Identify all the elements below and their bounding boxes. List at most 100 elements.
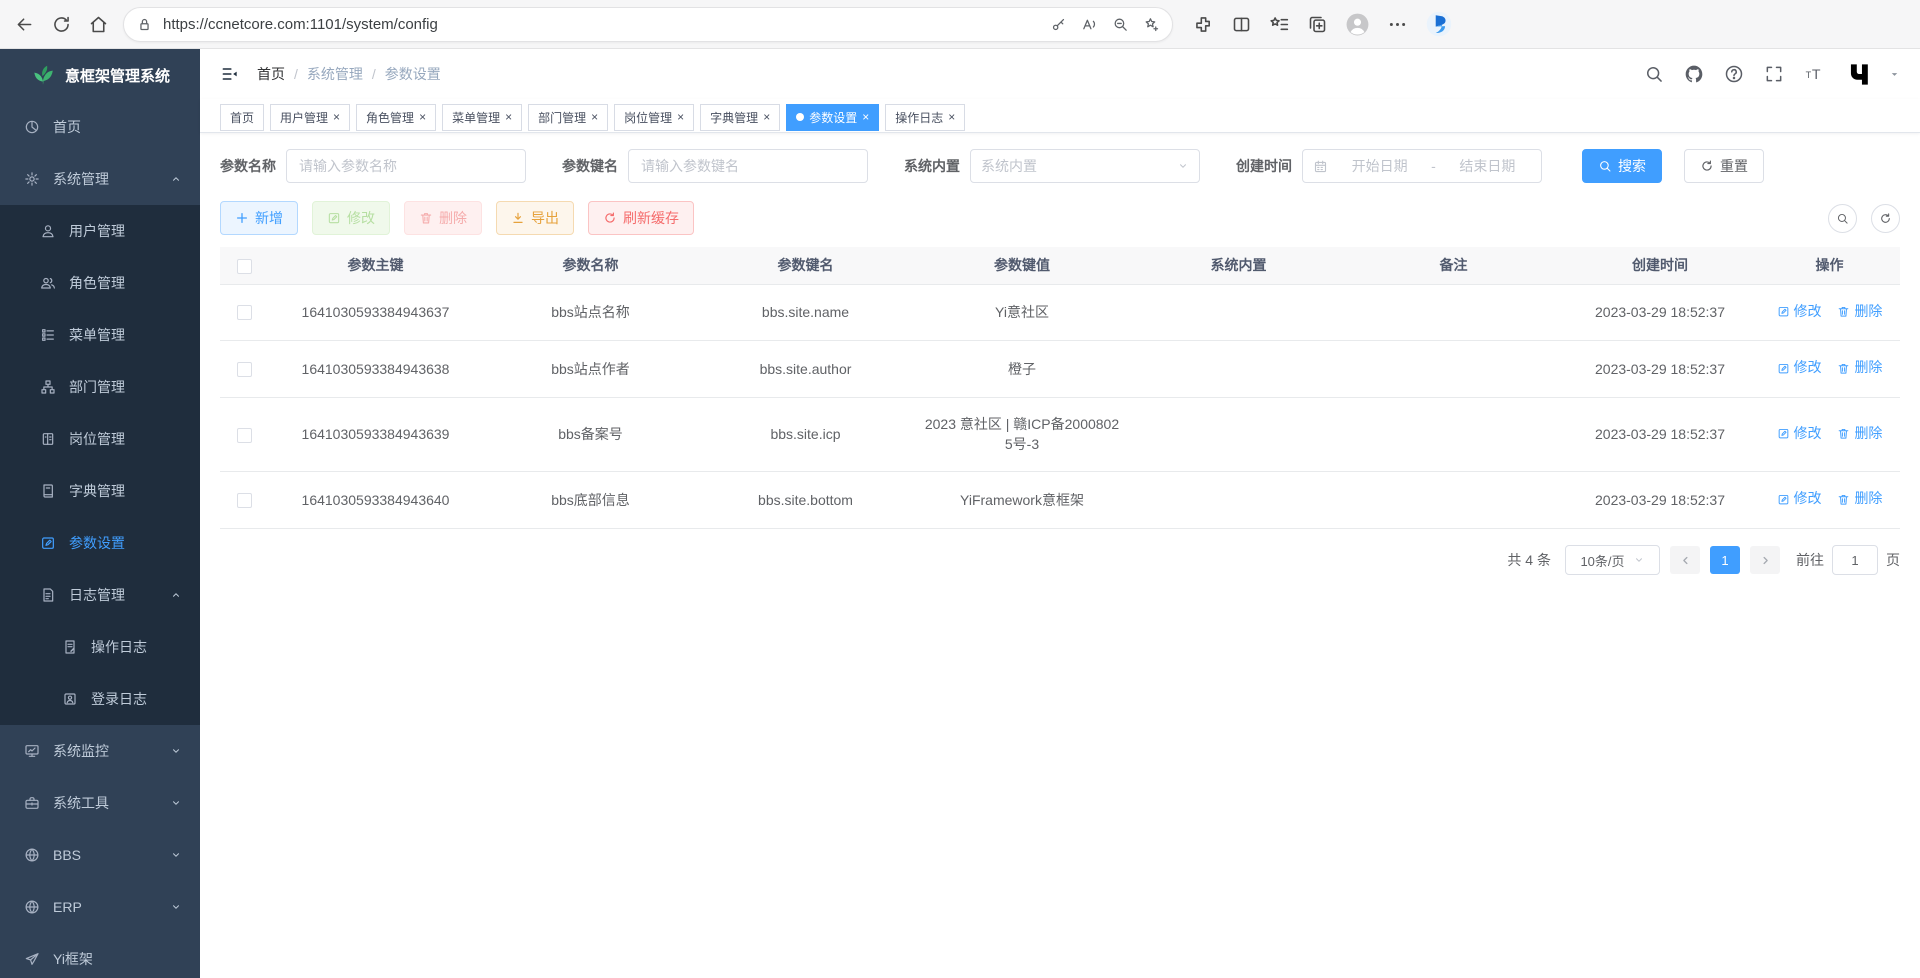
param-key-input[interactable]: [628, 149, 868, 183]
key-icon[interactable]: [1050, 16, 1067, 33]
profile-icon[interactable]: [1345, 12, 1370, 37]
breadcrumb-item[interactable]: 系统管理 /: [307, 64, 385, 84]
tag-tab[interactable]: 菜单管理 ×: [442, 104, 522, 131]
github-icon[interactable]: [1684, 64, 1704, 84]
search-button[interactable]: 搜索: [1582, 149, 1662, 183]
split-screen-icon[interactable]: [1231, 14, 1252, 35]
sidebar-item[interactable]: 登录日志: [0, 673, 200, 725]
tab-close-icon[interactable]: ×: [763, 110, 770, 124]
sidebar-item[interactable]: 日志管理: [0, 569, 200, 621]
sidebar-item[interactable]: 用户管理: [0, 205, 200, 257]
page-size-select[interactable]: 10条/页: [1565, 545, 1660, 575]
tab-close-icon[interactable]: ×: [591, 110, 598, 124]
builtin-select[interactable]: 系统内置: [970, 149, 1200, 183]
sidebar: 意框架管理系统 首页 系统管理 用户管理 角色管理: [0, 49, 200, 978]
fullscreen-icon[interactable]: [1764, 64, 1784, 84]
lock-icon[interactable]: [136, 16, 153, 33]
prev-page-button[interactable]: [1670, 546, 1700, 574]
table-row: 1641030593384943640 bbs底部信息 bbs.site.bot…: [220, 472, 1900, 529]
param-name-input[interactable]: [286, 149, 526, 183]
chev-up-icon: [170, 589, 182, 601]
sidebar-item[interactable]: 字典管理: [0, 465, 200, 517]
avatar-caret-icon[interactable]: [1889, 69, 1900, 80]
collections-icon[interactable]: [1307, 14, 1328, 35]
tab-close-icon[interactable]: ×: [677, 110, 684, 124]
row-delete-button[interactable]: 删除: [1837, 358, 1882, 378]
row-edit-button[interactable]: 修改: [1777, 489, 1822, 509]
row-checkbox[interactable]: [237, 493, 252, 508]
sidebar-item[interactable]: 角色管理: [0, 257, 200, 309]
row-delete-button[interactable]: 删除: [1837, 424, 1882, 444]
row-checkbox[interactable]: [237, 428, 252, 443]
toggle-search-button[interactable]: [1828, 204, 1857, 233]
menu-tree-icon: [40, 327, 56, 343]
sidebar-item[interactable]: 岗位管理: [0, 413, 200, 465]
sidebar-item[interactable]: 系统监控: [0, 725, 200, 777]
col-header: 系统内置: [1131, 247, 1346, 284]
row-edit-button[interactable]: 修改: [1777, 424, 1822, 444]
address-bar[interactable]: https://ccnetcore.com:1101/system/config: [123, 7, 1173, 42]
date-range-picker[interactable]: 开始日期 - 结束日期: [1302, 149, 1542, 183]
tag-tab[interactable]: 首页 ×: [220, 104, 264, 131]
favorite-add-icon[interactable]: [1143, 16, 1160, 33]
row-checkbox[interactable]: [237, 362, 252, 377]
goto-page-input[interactable]: [1832, 545, 1878, 575]
sidebar-item[interactable]: 参数设置: [0, 517, 200, 569]
tab-close-icon[interactable]: ×: [333, 110, 340, 124]
read-aloud-icon[interactable]: [1081, 16, 1098, 33]
toolbar-button[interactable]: 修改: [312, 201, 390, 235]
extensions-icon[interactable]: [1193, 14, 1214, 35]
row-checkbox[interactable]: [237, 305, 252, 320]
home-icon[interactable]: [88, 14, 109, 35]
tag-tab[interactable]: 部门管理 ×: [528, 104, 608, 131]
breadcrumb-item[interactable]: 参数设置 /: [385, 64, 441, 84]
sidebar-item[interactable]: ERP: [0, 881, 200, 933]
row-edit-button[interactable]: 修改: [1777, 358, 1822, 378]
row-delete-button[interactable]: 删除: [1837, 302, 1882, 322]
tag-tab[interactable]: 用户管理 ×: [270, 104, 350, 131]
select-all-checkbox[interactable]: [237, 259, 252, 274]
user-avatar-logo[interactable]: [1847, 61, 1874, 88]
sidebar-item[interactable]: 首页: [0, 101, 200, 153]
toolbar-button[interactable]: 导出: [496, 201, 574, 235]
tag-tab[interactable]: 岗位管理 ×: [614, 104, 694, 131]
question-icon[interactable]: [1724, 64, 1744, 84]
tag-tab[interactable]: 参数设置 ×: [786, 104, 879, 131]
copilot-icon[interactable]: [1425, 10, 1453, 38]
tab-close-icon[interactable]: ×: [419, 110, 426, 124]
sidebar-item[interactable]: 部门管理: [0, 361, 200, 413]
tab-close-icon[interactable]: ×: [948, 110, 955, 124]
tab-close-icon[interactable]: ×: [862, 110, 869, 124]
tag-tab[interactable]: 角色管理 ×: [356, 104, 436, 131]
next-page-button[interactable]: [1750, 546, 1780, 574]
col-header: 备注: [1346, 247, 1561, 284]
sidebar-item[interactable]: BBS: [0, 829, 200, 881]
font-size-icon[interactable]: TT: [1804, 64, 1824, 84]
row-delete-button[interactable]: 删除: [1837, 489, 1882, 509]
toolbar-button[interactable]: 新增: [220, 201, 298, 235]
tag-tab[interactable]: 操作日志 ×: [885, 104, 965, 131]
back-icon[interactable]: [14, 14, 35, 35]
sidebar-item[interactable]: 系统管理: [0, 153, 200, 205]
url-text[interactable]: https://ccnetcore.com:1101/system/config: [163, 16, 1040, 33]
favorites-bar-icon[interactable]: [1269, 14, 1290, 35]
sidebar-item[interactable]: 菜单管理: [0, 309, 200, 361]
search-icon[interactable]: [1644, 64, 1664, 84]
more-icon[interactable]: [1387, 14, 1408, 35]
sidebar-item[interactable]: 操作日志: [0, 621, 200, 673]
refresh-table-button[interactable]: [1871, 204, 1900, 233]
tag-tab[interactable]: 字典管理 ×: [700, 104, 780, 131]
reset-button[interactable]: 重置: [1684, 149, 1764, 183]
breadcrumb-item[interactable]: 首页 /: [257, 64, 307, 84]
toolbar-button[interactable]: 删除: [404, 201, 482, 235]
tab-close-icon[interactable]: ×: [505, 110, 512, 124]
refresh-icon[interactable]: [51, 14, 72, 35]
sidebar-item[interactable]: 系统工具: [0, 777, 200, 829]
col-header: 参数名称: [483, 247, 698, 284]
zoom-out-icon[interactable]: [1112, 16, 1129, 33]
row-edit-button[interactable]: 修改: [1777, 302, 1822, 322]
toolbar-button[interactable]: 刷新缓存: [588, 201, 694, 235]
sidebar-collapse-icon[interactable]: [220, 64, 240, 84]
sidebar-item[interactable]: Yi框架: [0, 933, 200, 978]
current-page[interactable]: 1: [1710, 546, 1740, 574]
